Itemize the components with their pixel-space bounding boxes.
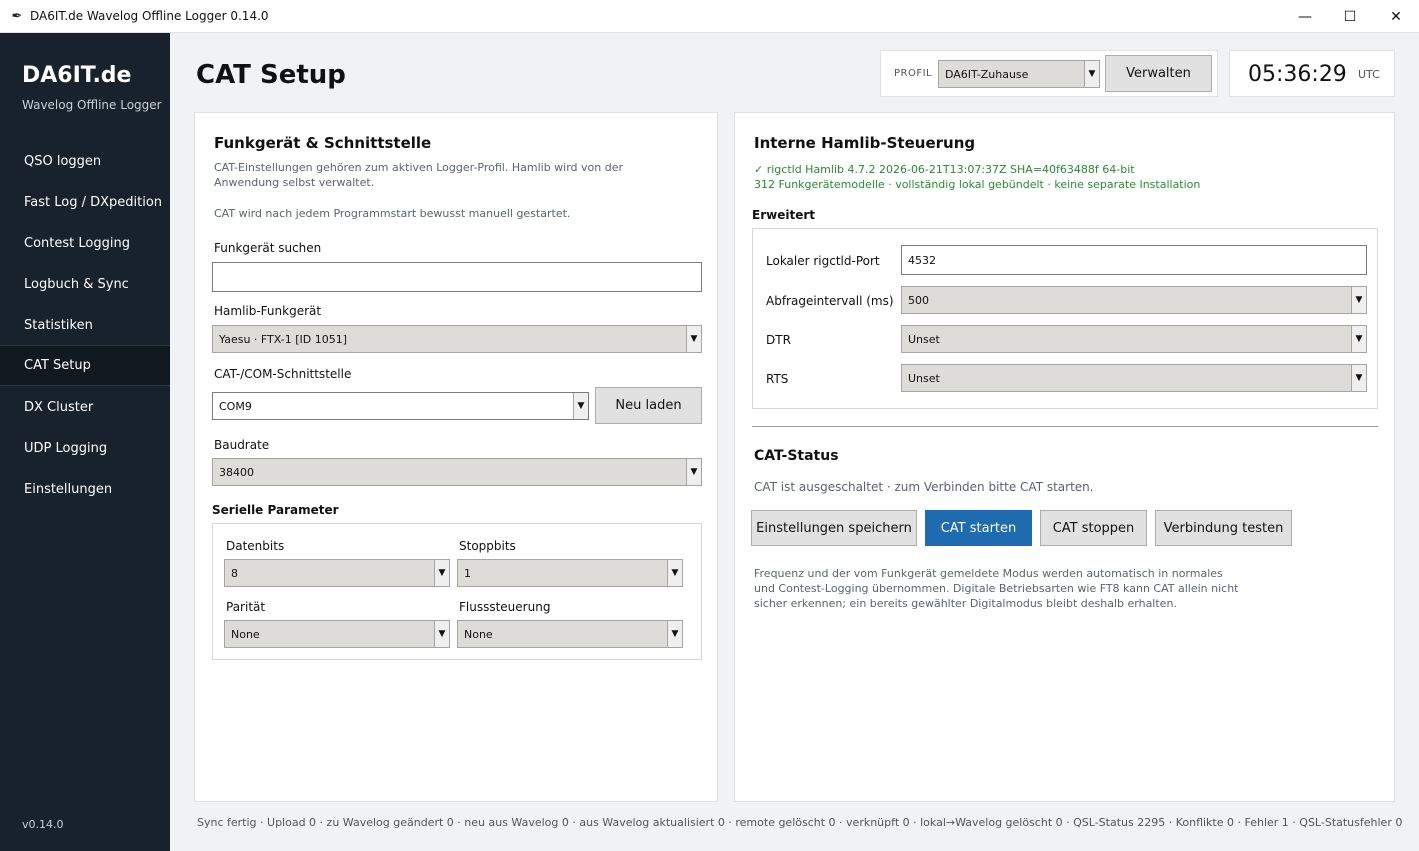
advanced-title: Erweitert (752, 208, 815, 222)
chevron-down-icon: ▼ (1351, 287, 1366, 313)
sync-status-bar: Sync fertig · Upload 0 · zu Wavelog geän… (197, 816, 1403, 829)
flow-control-value: None (464, 627, 493, 641)
sidebar-item-logbuch-sync[interactable]: Logbuch & Sync (0, 264, 170, 305)
window-title: DA6IT.de Wavelog Offline Logger 0.14.0 (30, 9, 269, 23)
profile-box: PROFIL DA6IT-Zuhause ▼ Verwalten (880, 50, 1218, 97)
sidebar-item-fast-log[interactable]: Fast Log / DXpedition (0, 182, 170, 223)
cat-info-line-3: sicher erkennen; ein bereits gewählter D… (754, 597, 1177, 610)
advanced-group: Lokaler rigctld-Port 4532 Abfrageinterva… (752, 228, 1378, 409)
section-divider (752, 426, 1378, 427)
page-title: CAT Setup (196, 60, 346, 90)
stopbits-value: 1 (464, 566, 471, 580)
minimize-button[interactable]: — (1282, 0, 1328, 33)
dtr-label: DTR (766, 333, 791, 347)
hamlib-status-line-2: 312 Funkgerätemodelle · vollständig loka… (754, 178, 1201, 191)
databits-select[interactable]: 8 ▼ (224, 559, 450, 587)
databits-label: Datenbits (226, 539, 285, 553)
chevron-down-icon: ▼ (686, 459, 701, 485)
hamlib-rig-label: Hamlib-Funkgerät (214, 304, 322, 318)
hamlib-rig-value: Yaesu · FTX-1 [ID 1051] (219, 332, 347, 346)
search-rig-label: Funkgerät suchen (214, 241, 322, 255)
hamlib-control-panel: Interne Hamlib-Steuerung ✓ rigctld Hamli… (734, 112, 1395, 802)
rig-interface-panel: Funkgerät & Schnittstelle CAT-Einstellun… (194, 112, 718, 802)
rigctld-port-label: Lokaler rigctld-Port (766, 254, 880, 268)
sidebar-item-statistiken[interactable]: Statistiken (0, 305, 170, 346)
window-titlebar: ✒ DA6IT.de Wavelog Offline Logger 0.14.0… (0, 0, 1419, 33)
profile-label: PROFIL (894, 68, 933, 79)
rts-select[interactable]: Unset ▼ (901, 364, 1367, 392)
maximize-button[interactable]: ☐ (1327, 0, 1373, 33)
hamlib-rig-select[interactable]: Yaesu · FTX-1 [ID 1051] ▼ (212, 325, 702, 353)
baudrate-select[interactable]: 38400 ▼ (212, 458, 702, 486)
parity-select[interactable]: None ▼ (224, 620, 450, 648)
stop-cat-button[interactable]: CAT stoppen (1040, 510, 1147, 546)
sidebar-item-contest-logging[interactable]: Contest Logging (0, 223, 170, 264)
chevron-down-icon: ▼ (434, 560, 449, 586)
poll-interval-label: Abfrageintervall (ms) (766, 294, 894, 308)
serial-params-title: Serielle Parameter (212, 503, 339, 517)
rig-panel-desc-3: CAT wird nach jedem Programmstart bewuss… (214, 207, 571, 220)
sidebar-item-cat-setup[interactable]: CAT Setup (0, 345, 170, 386)
search-rig-input[interactable] (212, 262, 702, 292)
parity-value: None (231, 627, 260, 641)
chevron-down-icon: ▼ (1351, 365, 1366, 391)
profile-select[interactable]: DA6IT-Zuhause ▼ (938, 60, 1100, 88)
manage-profile-button[interactable]: Verwalten (1105, 55, 1212, 92)
cat-status-title: CAT-Status (754, 448, 839, 464)
flow-control-label: Flusssteuerung (459, 600, 551, 614)
serial-params-group: Datenbits 8 ▼ Stoppbits 1 ▼ Parität None… (212, 523, 702, 660)
cat-info-line-1: Frequenz und der vom Funkgerät gemeldete… (754, 567, 1223, 580)
databits-value: 8 (231, 566, 238, 580)
cat-info-line-2: und Contest-Logging übernommen. Digitale… (754, 582, 1239, 595)
chevron-down-icon: ▼ (1084, 61, 1099, 87)
rig-panel-title: Funkgerät & Schnittstelle (214, 134, 432, 152)
clock-timezone: UTC (1358, 68, 1380, 81)
stopbits-select[interactable]: 1 ▼ (457, 559, 683, 587)
rts-label: RTS (766, 372, 789, 386)
dtr-select[interactable]: Unset ▼ (901, 325, 1367, 353)
chevron-down-icon: ▼ (686, 326, 701, 352)
start-cat-button[interactable]: CAT starten (925, 510, 1032, 546)
utc-clock: 05:36:29 (1248, 62, 1347, 87)
chevron-down-icon: ▼ (434, 621, 449, 647)
chevron-down-icon: ▼ (667, 621, 682, 647)
com-port-select[interactable]: COM9 ▼ (212, 392, 589, 420)
rig-panel-desc-2: Anwendung selbst verwaltet. (214, 176, 375, 189)
rigctld-port-input[interactable]: 4532 (901, 245, 1367, 275)
stopbits-label: Stoppbits (459, 539, 516, 553)
hamlib-panel-title: Interne Hamlib-Steuerung (754, 134, 976, 152)
clock-box: 05:36:29 UTC (1229, 50, 1395, 97)
flow-control-select[interactable]: None ▼ (457, 620, 683, 648)
reload-ports-button[interactable]: Neu laden (595, 387, 702, 424)
test-connection-button[interactable]: Verbindung testen (1155, 510, 1292, 546)
dtr-value: Unset (908, 332, 940, 346)
chevron-down-icon: ▼ (573, 393, 588, 419)
brand-title: DA6IT.de (22, 63, 132, 88)
app-version: v0.14.0 (22, 818, 64, 831)
sidebar-item-einstellungen[interactable]: Einstellungen (0, 469, 170, 510)
sidebar-item-udp-logging[interactable]: UDP Logging (0, 428, 170, 469)
com-port-label: CAT-/COM-Schnittstelle (214, 367, 352, 381)
close-button[interactable]: ✕ (1373, 0, 1419, 33)
quill-icon: ✒ (11, 8, 23, 24)
baudrate-label: Baudrate (214, 438, 270, 452)
chevron-down-icon: ▼ (1351, 326, 1366, 352)
com-port-value: COM9 (219, 399, 252, 413)
cat-status-text: CAT ist ausgeschaltet · zum Verbinden bi… (754, 480, 1094, 494)
sidebar-item-qso-loggen[interactable]: QSO loggen (0, 141, 170, 182)
profile-select-value: DA6IT-Zuhause (945, 67, 1029, 81)
poll-interval-select[interactable]: 500 ▼ (901, 286, 1367, 314)
poll-interval-value: 500 (908, 293, 929, 307)
parity-label: Parität (226, 600, 266, 614)
brand-subtitle: Wavelog Offline Logger (22, 98, 162, 112)
sidebar-item-dx-cluster[interactable]: DX Cluster (0, 387, 170, 428)
rig-panel-desc-1: CAT-Einstellungen gehören zum aktiven Lo… (214, 161, 624, 174)
baudrate-value: 38400 (219, 465, 254, 479)
sidebar: DA6IT.de Wavelog Offline Logger QSO logg… (0, 33, 170, 851)
rts-value: Unset (908, 371, 940, 385)
hamlib-status-line-1: ✓ rigctld Hamlib 4.7.2 2026-06-21T13:07:… (754, 163, 1135, 176)
chevron-down-icon: ▼ (667, 560, 682, 586)
save-settings-button[interactable]: Einstellungen speichern (751, 510, 917, 546)
